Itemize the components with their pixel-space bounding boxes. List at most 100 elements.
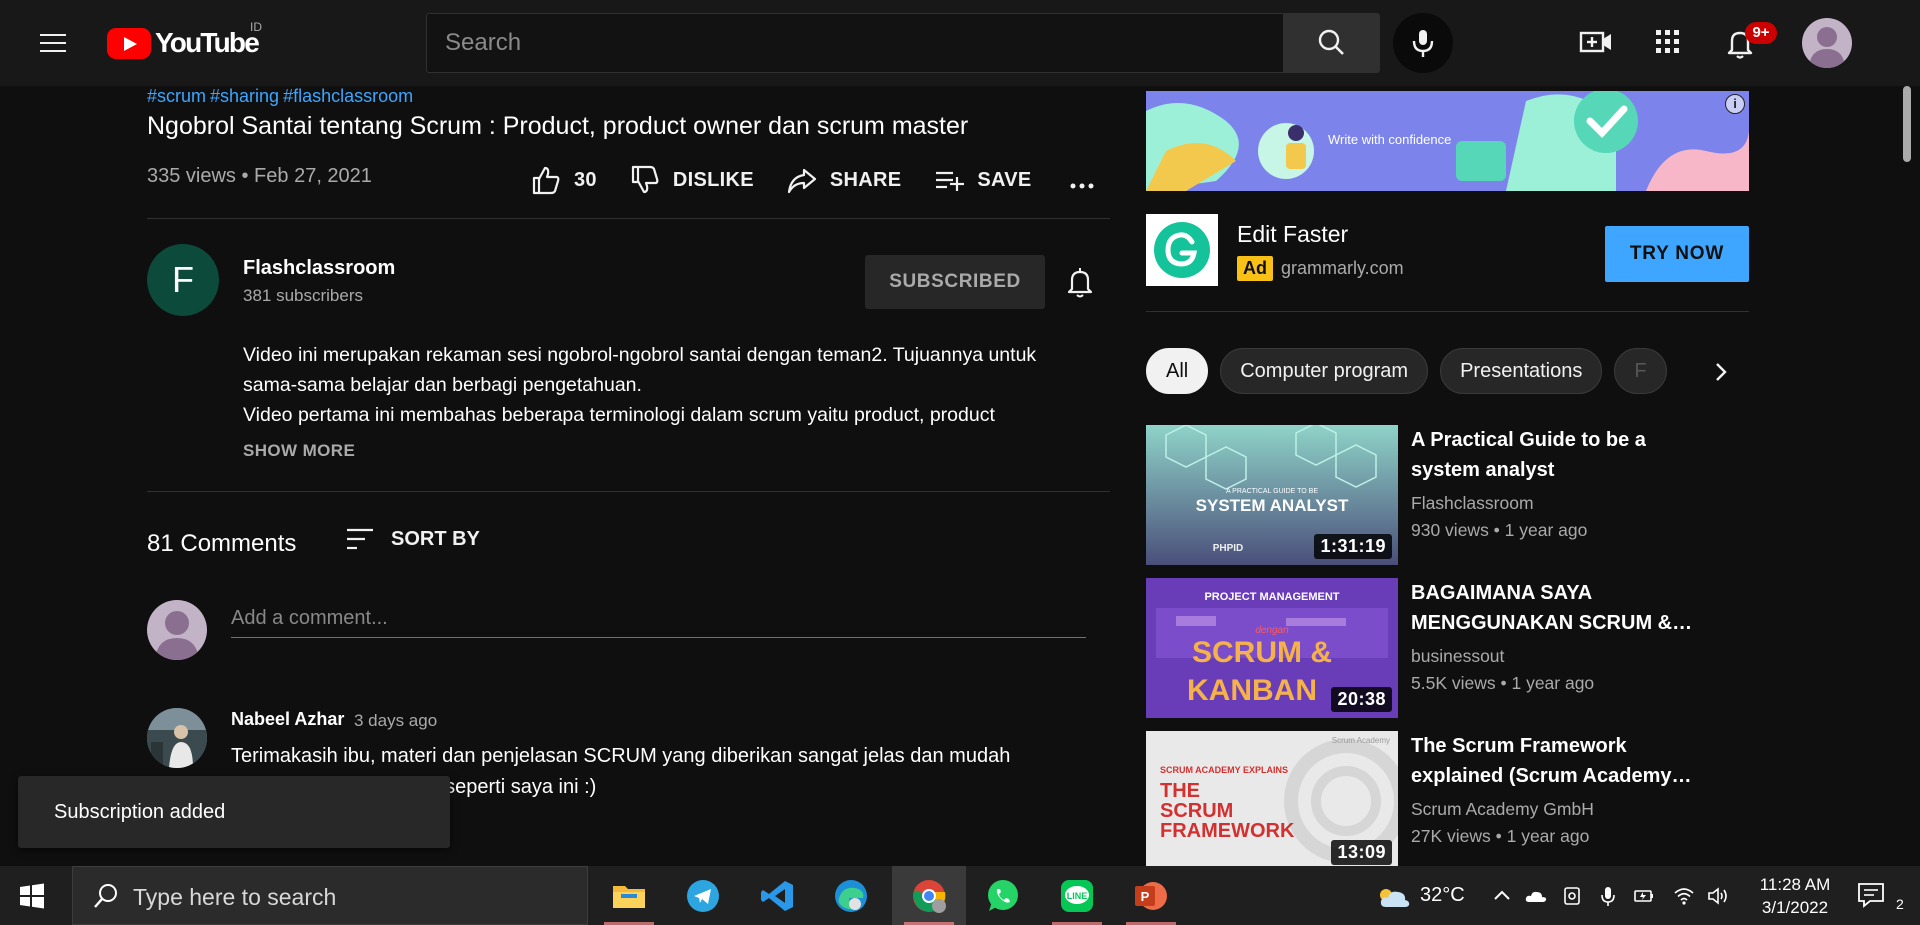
add-comment-input[interactable] — [231, 600, 1086, 637]
channel-name[interactable]: Flashclassroom — [243, 257, 395, 280]
whatsapp-icon[interactable] — [966, 866, 1040, 925]
video-title: BAGAIMANA SAYA MENGGUNAKAN SCRUM &… — [1411, 582, 1693, 634]
powerpoint-icon[interactable]: P — [1114, 866, 1188, 925]
chip-presentations[interactable]: Presentations — [1440, 348, 1603, 394]
weather-temperature[interactable]: 32°C — [1420, 884, 1465, 907]
wifi-icon[interactable] — [1672, 884, 1696, 908]
show-more-button[interactable]: SHOW MORE — [243, 441, 355, 461]
telegram-icon[interactable] — [666, 866, 740, 925]
search-icon — [94, 884, 117, 908]
youtube-logo[interactable]: YouTube ID — [107, 20, 262, 62]
subscribed-button[interactable]: SUBSCRIBED — [865, 255, 1045, 309]
country-code: ID — [250, 20, 262, 34]
apps-icon[interactable] — [1648, 22, 1688, 62]
microphone-icon[interactable] — [1596, 884, 1620, 908]
search-input[interactable] — [427, 14, 1283, 72]
taskbar-clock[interactable]: 11:28 AM 3/1/2022 — [1750, 873, 1840, 919]
commenter-avatar[interactable] — [147, 708, 207, 768]
like-button[interactable]: 30 — [530, 164, 597, 196]
edge-icon[interactable] — [814, 866, 888, 925]
video-thumbnail: A PRACTICAL GUIDE TO BE SYSTEM ANALYST P… — [1146, 425, 1398, 565]
channel-avatar[interactable]: F — [147, 244, 219, 316]
save-label: SAVE — [977, 168, 1032, 191]
chips-next-button[interactable] — [1693, 348, 1749, 396]
chip-computer-program[interactable]: Computer program — [1220, 348, 1429, 394]
video-duration: 1:31:19 — [1314, 534, 1392, 559]
comment-author[interactable]: Nabeel Azhar — [231, 709, 344, 730]
divider — [147, 491, 1110, 492]
taskbar-search-box[interactable]: Type here to search — [72, 866, 588, 925]
account-avatar[interactable] — [1802, 18, 1852, 68]
recommended-video[interactable]: PROJECT MANAGEMENT dengan SCRUM & KANBAN… — [1146, 578, 1746, 718]
dislike-button[interactable]: DISLIKE — [629, 164, 754, 196]
thumb-title-text: SYSTEM ANALYST — [1196, 496, 1349, 515]
recommended-video[interactable]: A PRACTICAL GUIDE TO BE SYSTEM ANALYST P… — [1146, 425, 1746, 565]
chevron-right-icon — [1716, 363, 1727, 381]
onedrive-cloud-icon[interactable] — [1524, 884, 1548, 908]
sort-by-button[interactable]: SORT BY — [345, 527, 480, 551]
grammarly-logo[interactable] — [1146, 214, 1218, 286]
video-channel: businessout — [1411, 646, 1505, 666]
windows-start-icon[interactable] — [14, 878, 50, 914]
divider — [147, 218, 1110, 219]
hashtag-link[interactable]: #scrum — [147, 86, 206, 106]
weather-cloud-icon[interactable] — [1376, 881, 1412, 911]
video-meta: 5.5K views • 1 year ago — [1411, 673, 1595, 693]
volume-icon[interactable] — [1706, 884, 1730, 908]
share-button[interactable]: SHARE — [786, 164, 902, 196]
video-description: Video ini merupakan rekaman sesi ngobrol… — [243, 340, 1113, 430]
hashtag-link[interactable]: #sharing — [210, 86, 279, 106]
menu-icon[interactable] — [38, 28, 68, 58]
ad-title[interactable]: Edit Faster — [1237, 221, 1348, 248]
sort-by-label: SORT BY — [391, 527, 480, 550]
file-explorer-icon[interactable] — [592, 866, 666, 925]
vscode-icon[interactable] — [740, 866, 814, 925]
device-icon[interactable] — [1560, 884, 1584, 908]
create-video-icon[interactable] — [1576, 22, 1616, 62]
video-channel: Flashclassroom — [1411, 493, 1534, 513]
video-thumbnail: PROJECT MANAGEMENT dengan SCRUM & KANBAN… — [1146, 578, 1398, 718]
ad-banner-image[interactable]: Write with confidence — [1146, 91, 1749, 191]
chip-truncated[interactable]: F — [1614, 348, 1667, 394]
more-actions-button[interactable] — [1070, 164, 1106, 196]
notification-badge: 9+ — [1745, 22, 1777, 44]
thumb-small-text: A PRACTICAL GUIDE TO BE — [1226, 488, 1318, 495]
line-icon[interactable]: LINE — [1040, 866, 1114, 925]
svg-text:P: P — [1141, 889, 1150, 904]
hashtag-link[interactable]: #flashclassroom — [283, 86, 413, 106]
video-actions: 30 DISLIKE SHARE SAVE — [530, 160, 1106, 200]
comments-count: 81 Comments — [147, 530, 297, 557]
grammarly-g-icon — [1154, 222, 1210, 278]
thumb-top-text: SCRUM ACADEMY EXPLAINS — [1160, 765, 1288, 775]
chevron-up-icon[interactable] — [1490, 884, 1514, 908]
save-icon — [936, 171, 965, 191]
ad-badge: Ad — [1237, 256, 1273, 281]
person-icon — [155, 611, 199, 660]
search-button[interactable] — [1284, 13, 1380, 73]
save-button[interactable]: SAVE — [933, 164, 1031, 196]
ad-domain[interactable]: grammarly.com — [1281, 258, 1404, 279]
video-title: A Practical Guide to be a system analyst — [1411, 429, 1646, 481]
notification-bell-icon[interactable] — [1063, 264, 1097, 300]
action-center-icon[interactable] — [1856, 880, 1886, 910]
thumb-line3-text: FRAMEWORK — [1160, 820, 1295, 842]
video-view-count-date: 335 views • Feb 27, 2021 — [147, 165, 372, 187]
voice-search-button[interactable] — [1393, 13, 1453, 73]
video-title: Ngobrol Santai tentang Scrum : Product, … — [147, 112, 969, 140]
battery-icon[interactable] — [1632, 884, 1656, 908]
scrollbar-thumb[interactable] — [1903, 86, 1911, 162]
ad-info-icon[interactable]: i — [1725, 94, 1745, 114]
chip-all[interactable]: All — [1146, 348, 1209, 394]
thumb-mid-text: dengan — [1255, 625, 1289, 636]
thumb-line1-text: THE — [1160, 780, 1200, 802]
recommended-video[interactable]: Scrum Academy SCRUM ACADEMY EXPLAINS THE… — [1146, 731, 1746, 871]
windows-taskbar: Type here to search LINE P 32°C 11:28 AM — [0, 866, 1920, 925]
page-scrollbar[interactable] — [1900, 86, 1914, 866]
taskbar-search-placeholder: Type here to search — [133, 884, 337, 910]
comment-time[interactable]: 3 days ago — [354, 711, 437, 731]
chrome-icon[interactable] — [892, 866, 966, 925]
try-now-button[interactable]: TRY NOW — [1605, 226, 1749, 282]
commenter-photo — [147, 708, 207, 768]
video-title: The Scrum Framework explained (Scrum Aca… — [1411, 735, 1692, 787]
thumb-line2-text: KANBAN — [1187, 674, 1317, 707]
